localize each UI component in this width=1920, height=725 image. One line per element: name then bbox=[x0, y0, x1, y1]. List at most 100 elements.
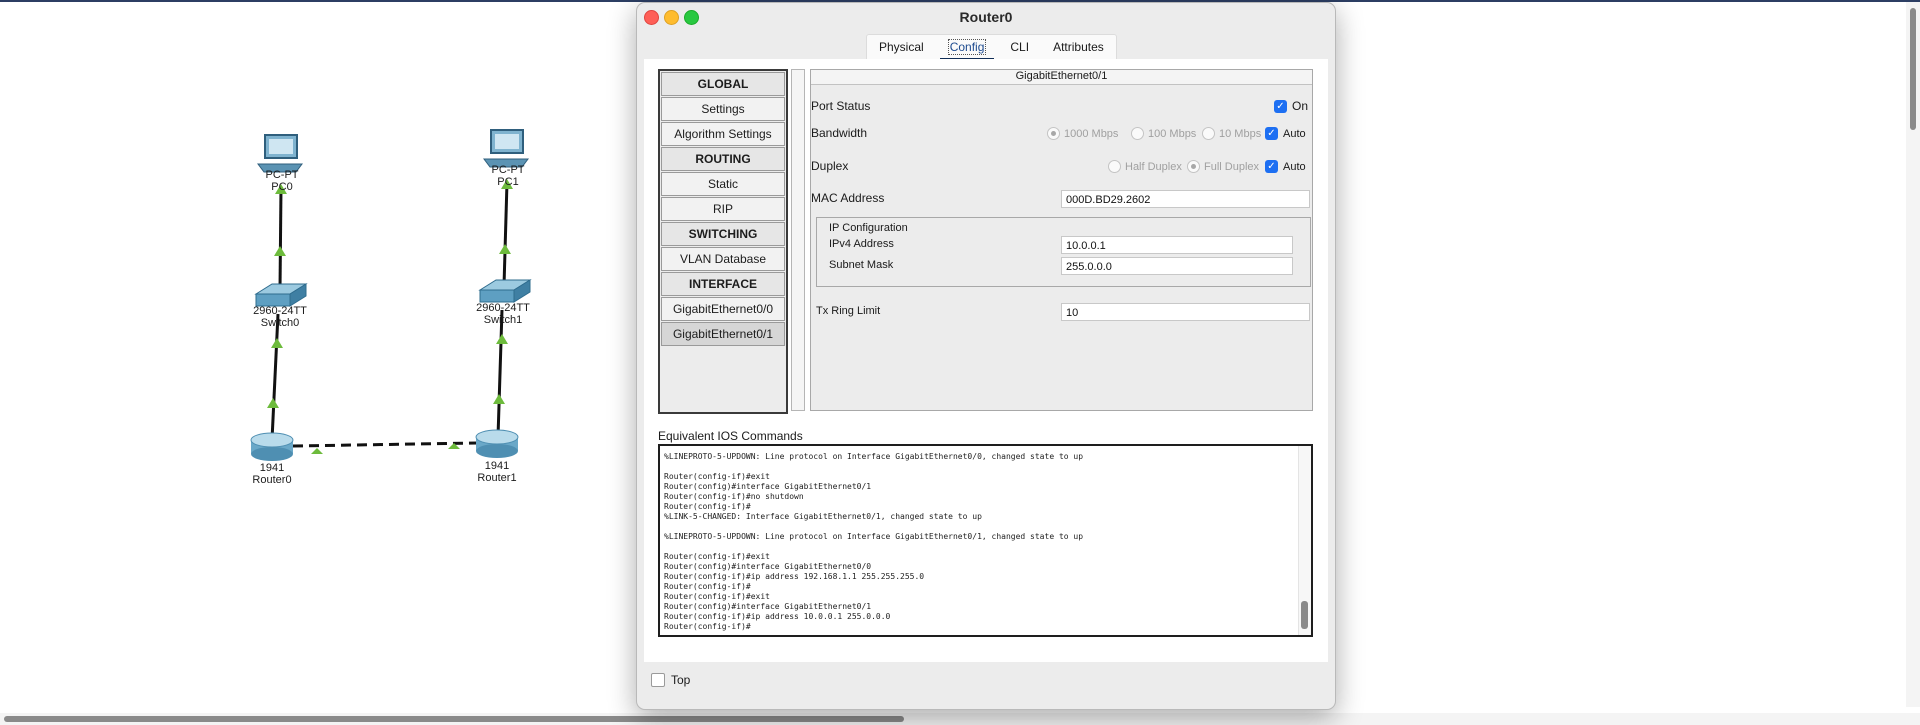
nav-item-gigabitethernet0-0[interactable]: GigabitEthernet0/0 bbox=[661, 297, 785, 321]
ios-console-line: Router(config)#interface GigabitEthernet… bbox=[664, 602, 872, 611]
bandwidth-100-radio[interactable]: 100 Mbps bbox=[1131, 127, 1196, 140]
ios-commands-text: %LINEPROTO-5-UPDOWN: Line protocol on In… bbox=[664, 452, 1284, 632]
half-duplex-radio[interactable]: Half Duplex bbox=[1108, 160, 1182, 173]
pc1-icon[interactable] bbox=[483, 129, 529, 168]
interface-title: GigabitEthernet0/1 bbox=[811, 70, 1312, 85]
tab-label: Attributes bbox=[1053, 40, 1104, 54]
tab-label: Physical bbox=[879, 40, 924, 54]
port-status-toggle[interactable]: ✓ On bbox=[1274, 99, 1308, 113]
nav-scrollbar[interactable] bbox=[791, 69, 805, 411]
pc0-label: PC-PT PC0 bbox=[266, 169, 299, 193]
tab-config[interactable]: Config bbox=[936, 35, 999, 62]
radio-icon bbox=[1108, 160, 1121, 173]
checkbox-checked-icon[interactable]: ✓ bbox=[1265, 127, 1278, 140]
console-scrollbar[interactable] bbox=[1298, 446, 1311, 635]
ipv4-address-field[interactable]: 10.0.0.1 bbox=[1061, 236, 1293, 254]
nav-header-routing: ROUTING bbox=[661, 147, 785, 171]
radio-label: Half Duplex bbox=[1125, 160, 1182, 173]
device-model: 1941 bbox=[259, 462, 285, 474]
ios-commands-console[interactable]: %LINEPROTO-5-UPDOWN: Line protocol on In… bbox=[658, 444, 1313, 637]
tx-ring-limit-field[interactable]: 10 bbox=[1061, 303, 1310, 321]
ios-console-line: Router(config-if)#exit bbox=[664, 552, 770, 561]
router1-label: 1941 Router1 bbox=[477, 460, 516, 484]
mac-address-label: MAC Address bbox=[811, 191, 885, 205]
ios-commands-label: Equivalent IOS Commands bbox=[658, 429, 803, 443]
nav-item-algorithm-settings[interactable]: Algorithm Settings bbox=[661, 122, 785, 146]
ios-console-line: Router(config-if)#exit bbox=[664, 592, 770, 601]
radio-label: 100 Mbps bbox=[1148, 127, 1197, 140]
bandwidth-label: Bandwidth bbox=[811, 126, 868, 140]
subnet-mask-field[interactable]: 255.0.0.0 bbox=[1061, 257, 1293, 275]
ios-console-line: Router(config-if)# bbox=[664, 622, 751, 631]
router0-icon[interactable] bbox=[250, 432, 294, 461]
tab-label: CLI bbox=[1010, 40, 1030, 54]
duplex-label: Duplex bbox=[811, 159, 849, 173]
device-name: PC0 bbox=[271, 181, 293, 193]
nav-header-switching: SWITCHING bbox=[661, 222, 785, 246]
radio-label: 1000 Mbps bbox=[1064, 127, 1119, 140]
link-pc0-switch0 bbox=[278, 186, 283, 291]
ios-console-line bbox=[664, 522, 1284, 532]
ios-console-line: Router(config-if)# bbox=[664, 582, 751, 591]
top-checkbox[interactable]: Top bbox=[651, 673, 690, 687]
radio-selected-icon bbox=[1047, 127, 1060, 140]
ios-console-line bbox=[664, 462, 1284, 472]
workspace-vertical-scrollbar[interactable] bbox=[1906, 2, 1920, 707]
switch1-label: 2960-24TT Switch1 bbox=[476, 302, 530, 326]
workspace-horizontal-scrollbar[interactable] bbox=[0, 713, 1920, 725]
ios-console-line bbox=[664, 542, 1284, 552]
nav-item-settings[interactable]: Settings bbox=[661, 97, 785, 121]
bandwidth-auto-checkbox[interactable]: ✓ Auto bbox=[1265, 127, 1306, 140]
config-nav-list: GLOBAL Settings Algorithm Settings ROUTI… bbox=[658, 69, 788, 414]
tab-bar: Physical Config CLI Attributes bbox=[866, 34, 1117, 62]
ios-console-line: %LINEPROTO-5-UPDOWN: Line protocol on In… bbox=[664, 452, 1084, 461]
auto-label: Auto bbox=[1283, 160, 1306, 173]
checkbox-unchecked-icon[interactable] bbox=[651, 673, 665, 687]
device-name: Router1 bbox=[477, 472, 517, 484]
ios-console-line: Router(config)#interface GigabitEthernet… bbox=[664, 482, 872, 491]
checkbox-checked-icon[interactable]: ✓ bbox=[1274, 99, 1287, 113]
scroll-thumb[interactable] bbox=[4, 716, 904, 722]
ip-configuration-group: IP Configuration IPv4 Address 10.0.0.1 S… bbox=[816, 217, 1311, 287]
switch0-icon[interactable] bbox=[254, 283, 308, 307]
ios-console-line: Router(config-if)#exit bbox=[664, 472, 770, 481]
tab-cli[interactable]: CLI bbox=[998, 35, 1041, 61]
window-titlebar[interactable]: Router0 bbox=[637, 3, 1335, 31]
nav-header-interface: INTERFACE bbox=[661, 272, 785, 296]
top-label: Top bbox=[671, 673, 691, 687]
nav-item-vlan-database[interactable]: VLAN Database bbox=[661, 247, 785, 271]
nav-item-gigabitethernet0-1[interactable]: GigabitEthernet0/1 bbox=[661, 322, 785, 346]
ios-console-line: Router(config-if)# bbox=[664, 502, 751, 511]
link-pc1-switch1 bbox=[502, 181, 509, 287]
tab-physical[interactable]: Physical bbox=[867, 35, 936, 61]
scroll-thumb[interactable] bbox=[1910, 8, 1916, 130]
ios-console-line: Router(config-if)#no shutdown bbox=[664, 492, 804, 501]
port-status-label: Port Status bbox=[811, 99, 871, 113]
radio-icon bbox=[1202, 127, 1215, 140]
radio-label: Full Duplex bbox=[1204, 160, 1260, 173]
switch0-label: 2960-24TT Switch0 bbox=[253, 305, 307, 329]
router0-label: 1941 Router0 bbox=[252, 462, 291, 486]
scroll-thumb[interactable] bbox=[1301, 601, 1308, 629]
nav-item-rip[interactable]: RIP bbox=[661, 197, 785, 221]
config-content: GLOBAL Settings Algorithm Settings ROUTI… bbox=[644, 59, 1328, 662]
bandwidth-1000-radio[interactable]: 1000 Mbps bbox=[1047, 127, 1118, 140]
device-model: 2960-24TT bbox=[253, 305, 307, 317]
mac-address-field[interactable]: 000D.BD29.2602 bbox=[1061, 190, 1310, 208]
ip-configuration-label: IP Configuration bbox=[829, 222, 908, 234]
full-duplex-radio[interactable]: Full Duplex bbox=[1187, 160, 1259, 173]
ios-console-line: Router(config)#interface GigabitEthernet… bbox=[664, 562, 872, 571]
link-switch0-router0 bbox=[270, 313, 280, 441]
bandwidth-10-radio[interactable]: 10 Mbps bbox=[1202, 127, 1261, 140]
duplex-auto-checkbox[interactable]: ✓ Auto bbox=[1265, 160, 1306, 173]
tab-attributes[interactable]: Attributes bbox=[1041, 35, 1116, 61]
interface-panel: GigabitEthernet0/1 Port Status ✓ On Band… bbox=[810, 69, 1313, 411]
nav-item-static[interactable]: Static bbox=[661, 172, 785, 196]
ios-console-line: %LINEPROTO-5-UPDOWN: Line protocol on In… bbox=[664, 532, 1084, 541]
ios-console-line: Router(config-if)#ip address 192.168.1.1… bbox=[664, 572, 925, 581]
pc0-icon[interactable] bbox=[257, 134, 303, 173]
router1-icon[interactable] bbox=[475, 429, 519, 458]
switch1-icon[interactable] bbox=[478, 279, 532, 303]
checkbox-checked-icon[interactable]: ✓ bbox=[1265, 160, 1278, 173]
ios-console-line: %LINK-5-CHANGED: Interface GigabitEthern… bbox=[664, 512, 982, 521]
